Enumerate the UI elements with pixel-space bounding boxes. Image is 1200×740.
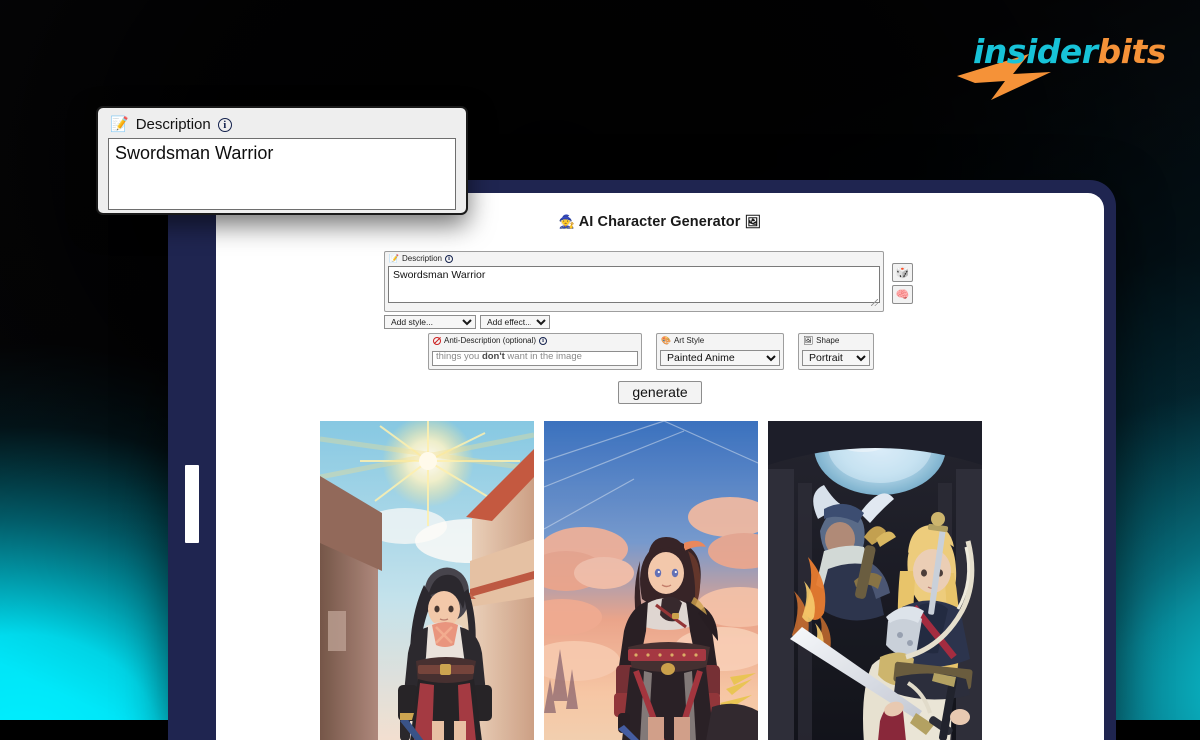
generated-image-3[interactable] (768, 421, 982, 740)
dice-icon: 🎲 (896, 266, 910, 279)
style-effect-row: Add style...RealisticAnimeOil PaintingWa… (384, 315, 884, 329)
add-style-select[interactable]: Add style...RealisticAnimeOil PaintingWa… (384, 315, 476, 329)
popup-description-value: Swordsman Warrior (108, 138, 456, 210)
info-icon[interactable]: i (445, 255, 453, 263)
description-group: 📝 Description i Add style...RealisticAni… (384, 251, 884, 329)
description-input[interactable] (388, 266, 880, 303)
generated-images-gallery (320, 421, 982, 740)
textarea-resize-handle[interactable] (871, 299, 878, 306)
popup-description-label: Description (136, 116, 211, 133)
info-icon[interactable]: i (539, 337, 547, 345)
description-side-buttons: 🎲 🧠 (892, 263, 913, 304)
shape-select[interactable]: PortraitLandscapeSquare (802, 350, 870, 366)
description-legend: 📝 Description i (388, 254, 880, 266)
description-fieldset: 📝 Description i (384, 251, 884, 312)
anti-description-fieldset: Anti-Description (optional) i things you… (428, 333, 642, 370)
page-title: 🧙 AI Character Generator 🖼 (216, 213, 1104, 232)
shape-fieldset: 🖼 Shape PortraitLandscapeSquare (798, 333, 874, 370)
wizard-icon: 🧙 (559, 215, 575, 230)
art-style-fieldset: 🎨 Art Style Painted AnimeRealisticDigita… (656, 333, 784, 370)
shape-legend: 🖼 Shape (802, 336, 870, 348)
insiderbits-logo: insiderbits (955, 22, 1160, 98)
picture-frame-icon: 🖼 (745, 215, 762, 230)
popup-description-legend: 📝 Description i (98, 108, 466, 138)
art-style-label: Art Style (674, 336, 704, 346)
generated-image-2[interactable] (544, 421, 758, 740)
enhance-button[interactable]: 🧠 (892, 285, 913, 304)
add-effect-select[interactable]: Add effect...GlowBloomGrain (480, 315, 550, 329)
generated-image-1[interactable] (320, 421, 534, 740)
palette-icon: 🎨 (661, 337, 671, 345)
tablet-screen: 🧙 AI Character Generator 🖼 📝 Description… (216, 193, 1104, 740)
prohibited-icon (433, 337, 441, 345)
shape-label: Shape (816, 336, 839, 346)
generate-row: generate (216, 381, 1104, 404)
ai-character-generator-app: 🧙 AI Character Generator 🖼 📝 Description… (216, 193, 1104, 740)
description-label: Description (402, 254, 442, 264)
logo-text-bits: bits (1098, 32, 1166, 71)
randomize-button[interactable]: 🎲 (892, 263, 913, 282)
generate-button[interactable]: generate (618, 381, 701, 404)
anti-description-input[interactable] (432, 351, 638, 366)
art-style-legend: 🎨 Art Style (660, 336, 780, 348)
tablet-side-button[interactable] (185, 465, 199, 543)
info-icon[interactable]: i (218, 118, 232, 132)
picture-frame-icon: 🖼 (803, 337, 813, 345)
logo-text-insider: insider (973, 32, 1098, 71)
options-row: Anti-Description (optional) i things you… (428, 333, 874, 370)
page-title-text: AI Character Generator (579, 214, 741, 230)
anti-description-legend: Anti-Description (optional) i (432, 336, 638, 348)
memo-icon: 📝 (110, 117, 129, 132)
logo-wordmark: insiderbits (973, 32, 1166, 71)
memo-icon: 📝 (389, 255, 399, 263)
anti-description-label: Anti-Description (optional) (444, 336, 536, 346)
description-zoom-callout: 📝 Description i Swordsman Warrior (96, 106, 468, 215)
brain-icon: 🧠 (896, 288, 910, 301)
art-style-select[interactable]: Painted AnimeRealisticDigital ArtPixel A… (660, 350, 780, 366)
tablet-device-frame: 🧙 AI Character Generator 🖼 📝 Description… (168, 180, 1116, 740)
